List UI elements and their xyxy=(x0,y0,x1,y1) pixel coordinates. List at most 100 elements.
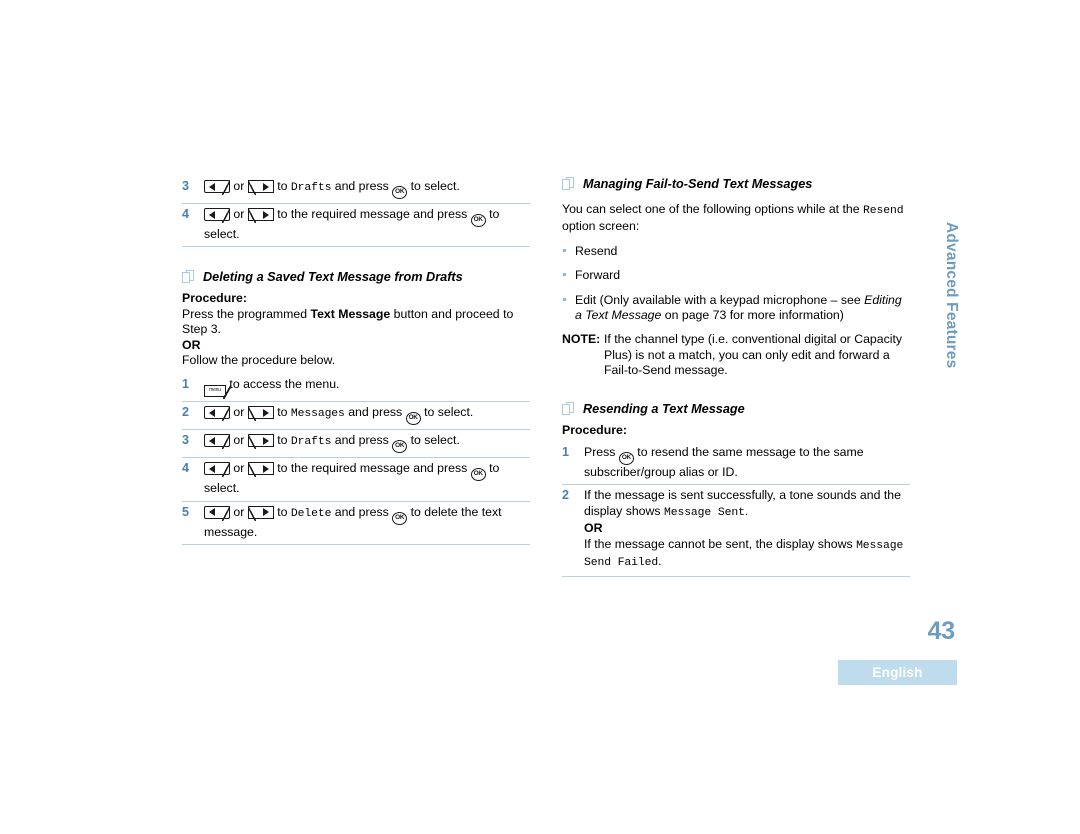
step-text-before: Press xyxy=(584,445,616,460)
step-text-end: to access the menu. xyxy=(229,377,340,392)
step-number: 1 xyxy=(182,377,190,392)
step-number: 5 xyxy=(182,504,190,519)
step-number: 3 xyxy=(182,433,190,448)
list-item-label: Resend xyxy=(575,243,618,258)
step-conjunction: or xyxy=(233,461,245,476)
ok-key-icon: OK xyxy=(392,511,408,525)
step-mono-term: Messages xyxy=(290,408,345,421)
step-conjunction: or xyxy=(233,179,245,193)
section-heading-deleting-saved-text-message: Deleting a Saved Text Message from Draft… xyxy=(182,269,530,285)
section-heading-label: Managing Fail-to-Send Text Messages xyxy=(583,177,813,191)
step-text-end: to select. xyxy=(424,405,474,420)
step-row: 2 or to Messages and press OK to select. xyxy=(182,402,530,431)
list-item: Forward xyxy=(562,268,910,283)
step-text-mid: to the required message and press xyxy=(277,207,468,221)
bullet-dot-icon xyxy=(563,297,567,301)
step-row: 4 or to the required message and press O… xyxy=(182,204,530,248)
list-item-label: Forward xyxy=(575,268,621,283)
step-text-mid: to the required message and press xyxy=(277,461,468,476)
step-text-mid: to xyxy=(277,405,288,420)
step-row: 5 or to Delete and press OK to delete th… xyxy=(182,502,530,546)
left-arrow-key-icon xyxy=(204,180,230,195)
step-text-after: and press xyxy=(348,405,403,420)
note-text: If the channel type (i.e. conventional d… xyxy=(604,332,903,378)
follow-procedure-text: Follow the procedure below. xyxy=(182,353,336,368)
section-heading-managing-fail-to-send: Managing Fail-to-Send Text Messages xyxy=(562,176,910,192)
resend-screen-name: Resend xyxy=(863,205,904,217)
or-label: OR xyxy=(182,337,201,352)
left-arrow-key-icon xyxy=(204,208,230,223)
step-text-after: and press xyxy=(334,433,389,448)
list-item: Edit (Only available with a keypad micro… xyxy=(562,293,910,324)
step-row: 1 menu to access the menu. xyxy=(182,374,530,403)
step-row: 3 or to Drafts and press OK to select. xyxy=(182,176,530,204)
step-text: menu to access the menu. xyxy=(204,377,530,400)
step-text-end: to select. xyxy=(410,179,460,193)
right-arrow-key-icon xyxy=(247,434,274,450)
language-tab: English xyxy=(838,660,957,685)
left-arrow-key-icon xyxy=(204,434,230,450)
procedure-intro: Press the programmed Text Message button… xyxy=(182,307,530,338)
stacked-pages-icon xyxy=(562,177,576,191)
step-text: Press OK to resend the same message to t… xyxy=(584,445,910,480)
right-arrow-key-icon xyxy=(247,462,274,478)
step-text: or to Delete and press OK to delete the … xyxy=(204,505,530,540)
step-conjunction: or xyxy=(233,504,245,519)
section-heading-label: Deleting a Saved Text Message from Draft… xyxy=(203,270,463,285)
step-number: 2 xyxy=(562,488,570,503)
step-row: 4 or to the required message and press O… xyxy=(182,458,530,502)
left-arrow-key-icon xyxy=(204,462,230,478)
chapter-title-vertical: Advanced Features xyxy=(943,222,960,369)
section-heading-label: Resending a Text Message xyxy=(583,401,745,416)
step-mono-term: Drafts xyxy=(290,436,332,449)
ok-key-icon: OK xyxy=(392,440,408,454)
step-text: or to Drafts and press OK to select. xyxy=(204,433,530,454)
step-text-mid: to xyxy=(277,179,288,193)
step-text: or to the required message and press OK … xyxy=(204,461,530,496)
section-intro-text: You can select one of the following opti… xyxy=(562,202,910,235)
step-number: 4 xyxy=(182,461,190,476)
period-1: . xyxy=(744,503,749,518)
ok-key-icon: OK xyxy=(470,468,486,482)
right-arrow-key-icon xyxy=(247,208,274,223)
text-message-button-name: Text Message xyxy=(310,306,391,321)
step-text-mid: to xyxy=(277,433,288,448)
step-row: 2 If the message is sent successfully, a… xyxy=(562,485,910,577)
step-text-after: and press xyxy=(334,179,389,193)
procedure-label: Procedure: xyxy=(562,422,627,437)
page-number: 43 xyxy=(927,617,956,645)
step-number: 3 xyxy=(182,179,190,193)
step-text: If the message is sent successfully, a t… xyxy=(584,488,910,571)
step-text: or to Messages and press OK to select. xyxy=(204,405,530,426)
step-text: or to the required message and press OK … xyxy=(204,207,530,242)
ok-key-icon: OK xyxy=(405,412,421,426)
period-2: . xyxy=(658,554,662,569)
step-text-end: to select. xyxy=(410,433,460,448)
ok-key-icon: OK xyxy=(392,186,408,199)
right-arrow-key-icon xyxy=(247,406,274,422)
step-row: 1 Press OK to resend the same message to… xyxy=(562,442,910,486)
intro-part-1: You can select one of the following opti… xyxy=(562,202,860,216)
step-number: 1 xyxy=(562,445,570,460)
intro-part-1: Press the programmed xyxy=(182,306,308,321)
section-heading-resending-text-message: Resending a Text Message xyxy=(562,401,910,417)
list-item-part-1: Edit (Only available with a keypad micro… xyxy=(575,292,861,307)
step-mono-term: Delete xyxy=(290,507,332,520)
step-number: 2 xyxy=(182,405,190,420)
stacked-pages-icon xyxy=(182,270,196,284)
right-column: Managing Fail-to-Send Text Messages You … xyxy=(562,176,910,577)
step-conjunction: or xyxy=(233,405,245,420)
menu-key-icon: menu xyxy=(204,385,231,400)
note-block: NOTE: If the channel type (i.e. conventi… xyxy=(562,332,910,378)
left-column: 3 or to Drafts and press OK to select. 4… xyxy=(182,176,530,546)
procedure-label: Procedure: xyxy=(182,291,247,306)
note-label: NOTE: xyxy=(562,332,601,347)
or-label: OR xyxy=(584,521,603,536)
left-arrow-key-icon xyxy=(204,505,230,521)
list-item: Resend xyxy=(562,244,910,259)
display-message-sent: Message Sent xyxy=(663,506,745,519)
step-text-after: and press xyxy=(334,504,389,519)
list-item-part-2: on page 73 for more information) xyxy=(664,308,844,323)
right-arrow-key-icon xyxy=(247,180,274,195)
left-arrow-key-icon xyxy=(204,406,230,422)
